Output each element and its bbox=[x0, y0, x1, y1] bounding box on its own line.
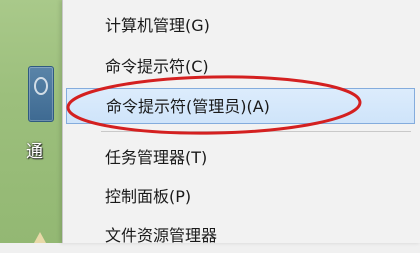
desktop-shortcut-icon[interactable] bbox=[28, 66, 54, 122]
menu-item-computer-management[interactable]: 计算机管理(G) bbox=[63, 9, 420, 43]
menu-item-task-manager[interactable]: 任务管理器(T) bbox=[63, 141, 420, 175]
desktop-arrow-icon bbox=[34, 232, 46, 243]
menu-item-control-panel[interactable]: 控制面板(P) bbox=[63, 180, 420, 214]
highlight-circle-shape bbox=[66, 75, 362, 135]
menu-item-file-explorer[interactable]: 文件资源管理器 bbox=[63, 219, 420, 253]
desktop-icon-label: 通 bbox=[26, 142, 43, 162]
red-annotation-ellipse bbox=[66, 75, 362, 135]
desktop-background: 通 bbox=[0, 0, 62, 243]
